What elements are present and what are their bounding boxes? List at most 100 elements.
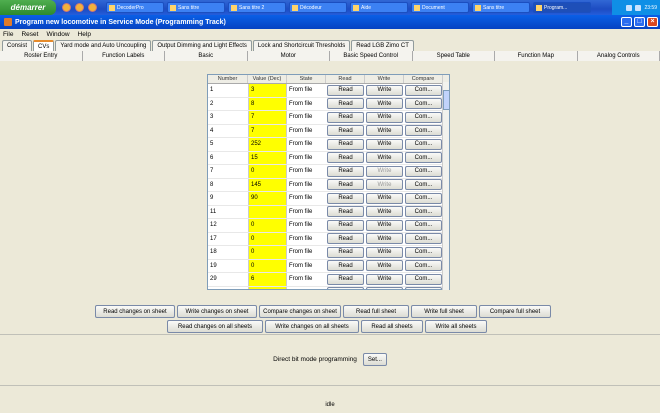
read-button[interactable]: Read	[327, 219, 364, 231]
compare-button[interactable]: Com...	[405, 206, 442, 218]
cv-value-field[interactable]: 0	[248, 246, 287, 259]
tab-top[interactable]: Lock and Shortcircuit Thresholds	[252, 40, 351, 51]
read-button[interactable]: Read	[327, 179, 364, 191]
taskbar-button[interactable]: Sans titre	[472, 2, 530, 13]
menu-reset[interactable]: Reset	[21, 31, 38, 38]
tab-second[interactable]: Motor	[247, 51, 330, 61]
start-button[interactable]: démarrer	[0, 0, 56, 15]
compare-button[interactable]: Com...	[405, 84, 442, 96]
tab-second[interactable]: Speed Table	[412, 51, 495, 61]
tab-second[interactable]: Function Labels	[82, 51, 165, 61]
read-button[interactable]: Read	[327, 273, 364, 285]
tray-icon[interactable]	[635, 4, 642, 11]
cv-value-field[interactable]: 0	[248, 219, 287, 232]
tab-top[interactable]: Output Dimming and Light Effects	[152, 40, 252, 51]
table-scrollbar[interactable]	[442, 82, 450, 290]
taskbar-button[interactable]: Sans titre	[167, 2, 225, 13]
write-button[interactable]: Write	[366, 125, 403, 137]
quick-launch-icon[interactable]	[88, 3, 97, 12]
menu-window[interactable]: Window	[46, 31, 69, 38]
write-button[interactable]: Write	[366, 111, 403, 123]
cv-value-field[interactable]: 0	[248, 259, 287, 272]
cv-value-field[interactable]: 90	[248, 192, 287, 205]
taskbar-button[interactable]: Décodeur	[289, 2, 347, 13]
sheet-button[interactable]: Read changes on sheet	[95, 305, 175, 318]
read-button[interactable]: Read	[327, 125, 364, 137]
read-button[interactable]: Read	[327, 111, 364, 123]
sheet-button[interactable]: Write full sheet	[411, 305, 477, 318]
write-button[interactable]: Write	[366, 192, 403, 204]
all-sheets-button[interactable]: Read changes on all sheets	[167, 320, 263, 333]
compare-button[interactable]: Com...	[405, 219, 442, 231]
compare-button[interactable]: Com...	[405, 192, 442, 204]
read-button[interactable]: Read	[327, 206, 364, 218]
cv-value-field[interactable]: 7	[248, 111, 287, 124]
taskbar-button[interactable]: DecoderPro	[106, 2, 164, 13]
cv-value-field[interactable]: 15	[248, 151, 287, 164]
tab-top[interactable]: Read LGB Zimo CT	[351, 40, 414, 51]
write-button[interactable]: Write	[366, 233, 403, 245]
compare-button[interactable]: Com...	[405, 246, 442, 258]
write-button[interactable]: Write	[366, 98, 403, 110]
minimize-button[interactable]: _	[621, 17, 632, 27]
menu-file[interactable]: File	[3, 31, 13, 38]
col-state[interactable]: State	[287, 75, 326, 83]
compare-button[interactable]: Com...	[405, 287, 442, 289]
tab-top[interactable]: Consist	[2, 40, 33, 51]
all-sheets-button[interactable]: Write all sheets	[425, 320, 487, 333]
compare-button[interactable]: Com...	[405, 125, 442, 137]
scrollbar-thumb[interactable]	[443, 90, 450, 110]
cv-value-field[interactable]: 145	[248, 178, 287, 191]
compare-button[interactable]: Com...	[405, 138, 442, 150]
menu-help[interactable]: Help	[78, 31, 91, 38]
read-button[interactable]: Read	[327, 152, 364, 164]
write-button[interactable]: Write	[366, 138, 403, 150]
col-read[interactable]: Read	[326, 75, 365, 83]
cv-value-field[interactable]: 0	[248, 286, 287, 289]
taskbar-button[interactable]: Program...	[533, 2, 591, 13]
write-button[interactable]: Write	[366, 206, 403, 218]
cv-value-field[interactable]: 0	[248, 165, 287, 178]
tab-second[interactable]: Analog Controls	[577, 51, 660, 61]
read-button[interactable]: Read	[327, 260, 364, 272]
sheet-button[interactable]: Read full sheet	[343, 305, 409, 318]
write-button[interactable]: Write	[366, 84, 403, 96]
sheet-button[interactable]: Compare full sheet	[479, 305, 551, 318]
set-button[interactable]: Set...	[362, 353, 387, 366]
tray-icon[interactable]	[626, 4, 633, 11]
write-button[interactable]: Write	[366, 260, 403, 272]
read-button[interactable]: Read	[327, 165, 364, 177]
compare-button[interactable]: Com...	[405, 98, 442, 110]
taskbar-button[interactable]: Sans titre 2	[228, 2, 286, 13]
close-button[interactable]: ×	[647, 17, 658, 27]
compare-button[interactable]: Com...	[405, 165, 442, 177]
read-button[interactable]: Read	[327, 287, 364, 289]
write-button[interactable]: Write	[366, 219, 403, 231]
tab-second[interactable]: Basic Speed Control	[330, 51, 413, 61]
sheet-button[interactable]: Compare changes on sheet	[259, 305, 341, 318]
tab-second[interactable]: Basic	[165, 51, 248, 61]
cv-value-field[interactable]: 7	[248, 124, 287, 137]
compare-button[interactable]: Com...	[405, 111, 442, 123]
read-button[interactable]: Read	[327, 138, 364, 150]
col-number[interactable]: Number	[208, 75, 248, 83]
write-button[interactable]: Write	[366, 287, 403, 289]
maximize-button[interactable]: □	[634, 17, 645, 27]
read-button[interactable]: Read	[327, 246, 364, 258]
compare-button[interactable]: Com...	[405, 233, 442, 245]
quick-launch-icon[interactable]	[75, 3, 84, 12]
compare-button[interactable]: Com...	[405, 273, 442, 285]
tab-second[interactable]: Function Map	[495, 51, 578, 61]
cv-value-field[interactable]: 3	[248, 84, 287, 97]
cv-value-field[interactable]	[248, 205, 287, 218]
read-button[interactable]: Read	[327, 98, 364, 110]
cv-value-field[interactable]: 6	[248, 273, 287, 286]
taskbar-button[interactable]: Aide	[350, 2, 408, 13]
tab-top[interactable]: Yard mode and Auto Uncoupling	[55, 40, 152, 51]
cv-value-field[interactable]: 8	[248, 97, 287, 110]
tab-second[interactable]: Roster Entry	[0, 51, 83, 61]
col-write[interactable]: Write	[365, 75, 404, 83]
tab-top[interactable]: CVs	[33, 40, 55, 51]
write-button[interactable]: Write	[366, 273, 403, 285]
compare-button[interactable]: Com...	[405, 260, 442, 272]
